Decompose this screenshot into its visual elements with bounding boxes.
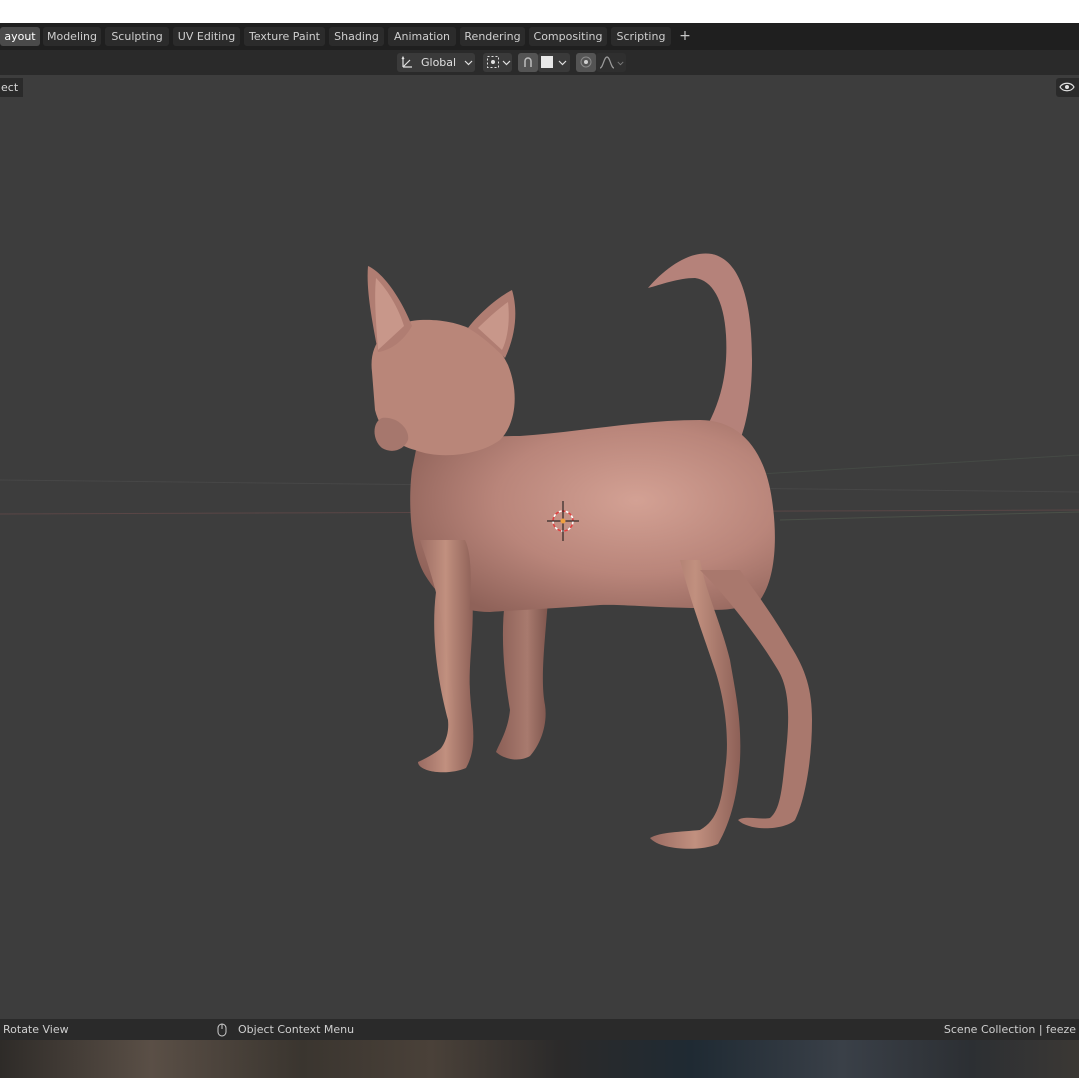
tab-modeling[interactable]: Modeling: [43, 27, 101, 46]
add-workspace-button[interactable]: +: [676, 27, 694, 46]
orientation-label: Global: [421, 56, 457, 69]
tab-compositing-label: Compositing: [533, 30, 603, 43]
snap-toggle[interactable]: [518, 53, 538, 72]
status-bar: Rotate View Object Context Menu Scene Co…: [0, 1019, 1079, 1040]
tab-scripting[interactable]: Scripting: [611, 27, 671, 46]
tab-modeling-label: Modeling: [46, 30, 98, 43]
chevron-down-icon: [617, 61, 624, 66]
tab-animation[interactable]: Animation: [388, 27, 456, 46]
falloff-icon: [599, 56, 615, 69]
tab-compositing[interactable]: Compositing: [529, 27, 607, 46]
tab-layout[interactable]: ayout: [0, 27, 40, 46]
viewport-toolbar: Global: [0, 50, 1079, 75]
status-scene-info: Scene Collection | feeze: [943, 1023, 1076, 1036]
window-title-area: [0, 0, 1079, 23]
eye-icon: [1059, 82, 1075, 92]
snap-icon: [524, 57, 532, 67]
tab-shading-label: Shading: [334, 30, 379, 43]
visibility-dropdown[interactable]: [1056, 78, 1079, 97]
status-context-menu: Object Context Menu: [238, 1023, 355, 1036]
status-rotate-view: Rotate View: [3, 1023, 69, 1036]
tab-rendering[interactable]: Rendering: [460, 27, 525, 46]
snap-element-dropdown[interactable]: [538, 53, 570, 72]
pivot-point-dropdown[interactable]: [483, 53, 512, 72]
pivot-icon: [487, 56, 499, 68]
desktop-background: [0, 1040, 1079, 1078]
chevron-down-icon: [502, 60, 511, 66]
tab-rendering-label: Rendering: [464, 30, 521, 43]
chevron-down-icon: [558, 60, 567, 66]
tab-scripting-label: Scripting: [616, 30, 666, 43]
dog-model-head: [367, 266, 516, 456]
tab-texture-paint[interactable]: Texture Paint: [244, 27, 325, 46]
tab-sculpting[interactable]: Sculpting: [105, 27, 169, 46]
dog-model-tail: [648, 253, 752, 440]
proportional-icon: [580, 56, 592, 68]
mouse-icon: [217, 1023, 227, 1037]
tab-uv-editing-label: UV Editing: [177, 30, 236, 43]
tab-uv-editing[interactable]: UV Editing: [173, 27, 240, 46]
tab-animation-label: Animation: [393, 30, 451, 43]
object-mode-dropdown[interactable]: ect: [0, 78, 23, 97]
snap-element-icon: [541, 56, 553, 68]
orientation-dropdown[interactable]: Global: [397, 53, 475, 72]
tab-texture-paint-label: Texture Paint: [249, 30, 320, 43]
tab-sculpting-label: Sculpting: [111, 30, 163, 43]
3d-viewport[interactable]: [0, 75, 1079, 1019]
chevron-down-icon: [464, 60, 473, 66]
viewport-scene: [0, 253, 1079, 849]
tab-shading[interactable]: Shading: [329, 27, 384, 46]
proportional-editing-toggle[interactable]: [576, 53, 596, 72]
dog-model-far-legs: [420, 592, 548, 772]
object-mode-label: ect: [1, 81, 19, 94]
falloff-dropdown[interactable]: [596, 53, 626, 72]
workspace-tabs: ayout Modeling Sculpting UV Editing Text…: [0, 23, 1079, 50]
orientation-icon: [401, 55, 412, 68]
tab-layout-label: ayout: [4, 30, 36, 43]
